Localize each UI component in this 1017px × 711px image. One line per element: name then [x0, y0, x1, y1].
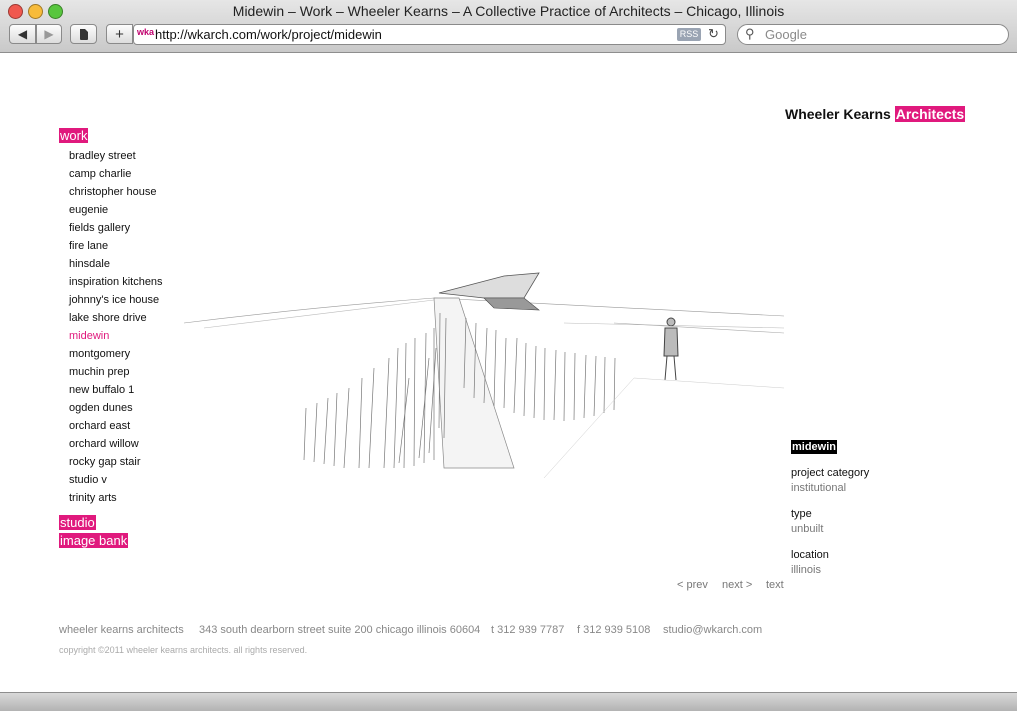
- nav-item[interactable]: new buffalo 1: [69, 381, 163, 399]
- nav-item[interactable]: trinity arts: [69, 489, 163, 507]
- brand-logo[interactable]: Wheeler Kearns Architects: [785, 106, 966, 122]
- project-list: bradley street camp charlie christopher …: [69, 147, 163, 507]
- window-title: Midewin – Work – Wheeler Kearns – A Coll…: [232, 3, 785, 19]
- copyright-text: copyright ©2011 wheeler kearns architect…: [59, 645, 308, 655]
- browser-toolbar: Midewin – Work – Wheeler Kearns – A Coll…: [0, 0, 1017, 53]
- nav-item[interactable]: fields gallery: [69, 219, 163, 237]
- brand-name: Wheeler Kearns: [785, 106, 891, 122]
- project-name-tag: midewin: [791, 440, 838, 454]
- nav-item[interactable]: rocky gap stair: [69, 453, 163, 471]
- nav-item[interactable]: johnny's ice house: [69, 291, 163, 309]
- brand-accent: Architects: [894, 106, 966, 122]
- nav-item[interactable]: montgomery: [69, 345, 163, 363]
- next-link[interactable]: next >: [722, 579, 752, 591]
- nav-item-active[interactable]: midewin: [69, 327, 163, 345]
- type-value: unbuilt: [791, 523, 824, 535]
- footer-firm: wheeler kearns architects: [59, 624, 184, 636]
- nav-item[interactable]: orchard willow: [69, 435, 163, 453]
- evernote-icon: [79, 28, 88, 40]
- type-label: type: [791, 508, 812, 520]
- category-label: project category: [791, 467, 870, 479]
- nav-item[interactable]: orchard east: [69, 417, 163, 435]
- nav-item[interactable]: bradley street: [69, 147, 163, 165]
- forward-button[interactable]: ▶: [36, 24, 62, 44]
- url-text[interactable]: http://wkarch.com/work/project/midewin: [155, 27, 382, 42]
- search-icon: ⚲: [745, 26, 755, 41]
- nav-image-bank[interactable]: image bank: [59, 533, 129, 548]
- nav-work[interactable]: work: [59, 128, 89, 143]
- footer-email-link[interactable]: studio@wkarch.com: [663, 624, 762, 636]
- category-value: institutional: [791, 482, 847, 494]
- footer-address: 343 south dearborn street suite 200 chic…: [199, 624, 481, 636]
- footer-fax: f 312 939 5108: [577, 624, 651, 636]
- forward-arrow-icon: ▶: [44, 27, 54, 41]
- prev-link[interactable]: < prev: [677, 579, 708, 591]
- address-bar[interactable]: wka http://wkarch.com/work/project/midew…: [133, 24, 726, 45]
- nav-item[interactable]: camp charlie: [69, 165, 163, 183]
- browser-status-bar: [0, 692, 1017, 711]
- reload-icon[interactable]: ↻: [708, 26, 719, 42]
- nav-studio[interactable]: studio: [59, 515, 96, 530]
- rss-button[interactable]: RSS: [677, 28, 701, 41]
- add-bookmark-button[interactable]: +: [106, 24, 133, 44]
- nav-item[interactable]: studio v: [69, 471, 163, 489]
- location-label: location: [791, 549, 829, 561]
- search-placeholder: Google: [765, 27, 807, 42]
- search-field[interactable]: ⚲ Google: [737, 24, 1009, 45]
- location-value: illinois: [791, 564, 821, 576]
- plus-icon: +: [115, 25, 124, 43]
- nav-item[interactable]: lake shore drive: [69, 309, 163, 327]
- evernote-button[interactable]: [70, 24, 97, 44]
- nav-item[interactable]: muchin prep: [69, 363, 163, 381]
- nav-item[interactable]: ogden dunes: [69, 399, 163, 417]
- nav-item[interactable]: inspiration kitchens: [69, 273, 163, 291]
- text-link[interactable]: text: [766, 579, 784, 591]
- nav-item[interactable]: christopher house: [69, 183, 163, 201]
- back-arrow-icon: ◀: [17, 27, 28, 41]
- footer-phone: t 312 939 7787: [491, 624, 565, 636]
- nav-item[interactable]: hinsdale: [69, 255, 163, 273]
- back-button[interactable]: ◀: [9, 24, 36, 44]
- site-favicon: wka: [137, 27, 155, 37]
- nav-item[interactable]: fire lane: [69, 237, 163, 255]
- project-sketch-image[interactable]: [184, 238, 784, 478]
- nav-item[interactable]: eugenie: [69, 201, 163, 219]
